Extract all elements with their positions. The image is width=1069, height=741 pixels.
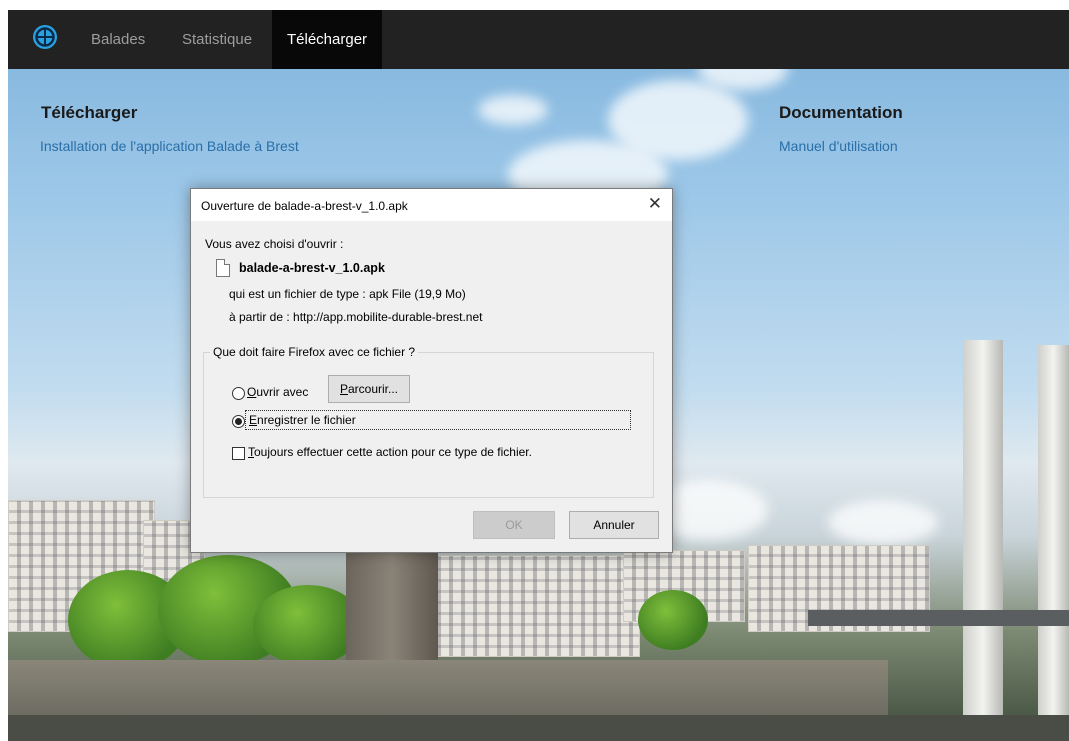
- dialog-title: Ouverture de balade-a-brest-v_1.0.apk: [201, 199, 408, 213]
- open-with-radio[interactable]: [232, 387, 245, 400]
- browse-button[interactable]: Parcourir...: [328, 375, 410, 403]
- file-source: à partir de : http://app.mobilite-durabl…: [229, 310, 483, 324]
- file-name: balade-a-brest-v_1.0.apk: [239, 261, 385, 275]
- download-dialog: Ouverture de balade-a-brest-v_1.0.apk ✕ …: [190, 188, 673, 553]
- dialog-intro: Vous avez choisi d'ouvrir :: [205, 237, 344, 251]
- dialog-titlebar[interactable]: Ouverture de balade-a-brest-v_1.0.apk ✕: [191, 189, 672, 221]
- group-legend: Que doit faire Firefox avec ce fichier ?: [210, 345, 419, 359]
- user-manual-link[interactable]: Manuel d'utilisation: [779, 138, 898, 154]
- documentation-heading: Documentation: [779, 103, 903, 122]
- close-icon[interactable]: ✕: [648, 194, 662, 214]
- save-file-label[interactable]: Enregistrer le fichier: [249, 413, 356, 427]
- nav-balades[interactable]: Balades: [76, 10, 160, 69]
- save-file-radio[interactable]: [232, 415, 245, 428]
- navbar: Balades Statistique Télécharger: [8, 10, 1069, 69]
- open-with-label[interactable]: Ouvrir avec: [247, 385, 308, 399]
- install-app-link[interactable]: Installation de l'application Balade à B…: [40, 138, 299, 154]
- always-do-label[interactable]: Toujours effectuer cette action pour ce …: [248, 445, 532, 459]
- file-icon: [216, 259, 230, 277]
- cancel-button[interactable]: Annuler: [569, 511, 659, 539]
- download-heading: Télécharger: [41, 103, 138, 122]
- map-logo-icon[interactable]: [32, 24, 58, 50]
- nav-statistique[interactable]: Statistique: [167, 10, 267, 69]
- nav-telecharger[interactable]: Télécharger: [272, 10, 383, 69]
- ok-button[interactable]: OK: [473, 511, 555, 539]
- file-type: qui est un fichier de type : apk File (1…: [229, 287, 466, 301]
- action-group: Que doit faire Firefox avec ce fichier ?…: [203, 345, 654, 498]
- always-do-checkbox[interactable]: [232, 447, 245, 460]
